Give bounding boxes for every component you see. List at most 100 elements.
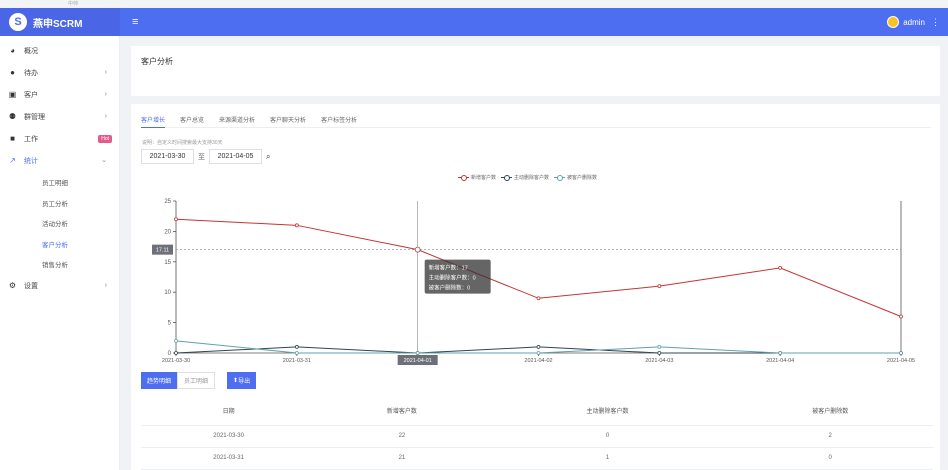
sidebar-item-label: 待办 [24, 70, 38, 77]
todo-icon: ● [10, 68, 15, 77]
sidebar-subitem-customer-analysis[interactable]: 客户分析 [0, 234, 119, 255]
y-tick-label: 10 [164, 290, 171, 296]
sidebar-item-overview[interactable]: ◕ 概况 [0, 40, 119, 62]
data-point [778, 351, 783, 355]
sidebar-subitem-staff-detail[interactable]: 员工明细 [0, 172, 119, 193]
y-tick-label: 25 [164, 199, 171, 205]
growth-table: 日期 新增客户数 主动删除客户数 被客户删除数 2021-03-30 22 0 … [141, 396, 933, 470]
hot-badge: Hot [98, 135, 112, 143]
sidebar-subitem-activity-analysis[interactable]: 活动分析 [0, 213, 119, 234]
data-point [174, 338, 178, 343]
x-tick-label: 2021-04-02 [524, 358, 552, 364]
chevron-right-icon: › [104, 91, 107, 98]
data-point [657, 284, 662, 289]
group-icon: ⚉ [8, 112, 17, 121]
data-point [174, 217, 178, 222]
table-cell: 2 [727, 425, 933, 448]
table-mode-buttons: 趋势明细 员工明细 ⬆ 导出 [141, 372, 257, 389]
gear-icon: ⚙ [8, 280, 17, 290]
table-header: 日期 [141, 396, 317, 426]
table-cell: 22 [316, 425, 488, 448]
content-card: 客户增长 客户总览 来源渠道分析 客户聊天分析 客户标签分析 说明：自定义时间搜… [131, 104, 940, 470]
data-point [536, 345, 541, 349]
table-header: 被客户删除数 [727, 396, 933, 426]
x-pointer-label: 2021-04-01 [404, 358, 432, 364]
table-cell: 21 [316, 447, 488, 470]
series-line [175, 218, 902, 317]
export-label: 导出 [238, 379, 251, 385]
work-grid-icon: ■ [10, 134, 15, 143]
tooltip-line: 主动删除客户数：0 [429, 274, 476, 282]
user-menu[interactable]: admin ⋮ [887, 16, 948, 28]
chevron-right-icon: › [104, 69, 107, 76]
export-button[interactable]: ⬆ 导出 [227, 372, 257, 389]
y-tick-label: 20 [164, 229, 171, 235]
table-row: 2021-03-30 22 0 2 [141, 425, 933, 448]
table-cell: 1 [487, 447, 728, 470]
chevron-right-icon: › [104, 113, 107, 120]
table-cell: 0 [727, 447, 933, 470]
data-point [415, 351, 420, 355]
y-pointer-label: 17.11 [156, 248, 169, 254]
data-point [778, 265, 783, 270]
sidebar-item-todo[interactable]: ● 待办 › [0, 62, 119, 84]
chevron-right-icon: › [104, 281, 107, 289]
data-point [899, 351, 903, 355]
data-point [657, 351, 662, 355]
table-cell: 2021-03-30 [141, 425, 317, 448]
data-point [899, 314, 903, 319]
customer-growth-chart[interactable]: 0 5 10 15 20 25 2021-03-30 2021-03-31 2021-04-02… [131, 104, 940, 374]
data-point [657, 345, 662, 349]
chevron-down-icon: ⌄ [101, 157, 107, 164]
avatar[interactable] [887, 16, 900, 28]
data-point [536, 351, 541, 355]
dashboard-icon: ◕ [10, 46, 15, 55]
app-root: 中帅 S 燕申SCRM ≡ admin ⋮ ◕ 概况 ● 待办 › ▣ 客户 › [0, 0, 948, 470]
table-cell: 0 [487, 425, 728, 448]
brand[interactable]: S 燕申SCRM [0, 8, 120, 36]
page-header: 客户分析 [131, 46, 940, 96]
sidebar-item-customer[interactable]: ▣ 客户 › [0, 84, 119, 106]
sidebar-item-settings[interactable]: ⚙ 设置 › [0, 275, 119, 297]
top-strip-text: 中帅 [68, 1, 79, 7]
brand-name: 燕申SCRM [33, 18, 83, 30]
sidebar-item-stats[interactable]: ↗ 统计 ⌄ [0, 150, 119, 172]
table-row: 2021-03-31 21 1 0 [141, 447, 933, 470]
sidebar-item-label: 概况 [24, 48, 38, 55]
table-header-row: 日期 新增客户数 主动删除客户数 被客户删除数 [141, 396, 933, 426]
table-header: 新增客户数 [316, 396, 488, 426]
sidebar-subitem-staff-analysis[interactable]: 员工分析 [0, 193, 119, 214]
staff-detail-button[interactable]: 员工明细 [177, 372, 216, 389]
sidebar: ◕ 概况 ● 待办 › ▣ 客户 › ⚉ 群管理 › ■ 工作 Hot ↗ 统计… [0, 36, 120, 470]
sidebar-item-work[interactable]: ■ 工作 Hot [0, 128, 119, 150]
menu-toggle-icon[interactable]: ≡ [132, 16, 138, 28]
sidebar-item-group[interactable]: ⚉ 群管理 › [0, 106, 119, 128]
sidebar-item-label: 统计 [24, 158, 38, 165]
table-cell: 2021-03-31 [141, 447, 317, 470]
tooltip-line: 新增客户数：17 [429, 264, 468, 272]
top-strip: 中帅 [0, 0, 948, 8]
more-icon[interactable]: ⋮ [931, 17, 940, 28]
x-tick-label: 2021-03-31 [283, 358, 311, 364]
chart-icon: ↗ [9, 156, 16, 165]
x-tick-label: 2021-04-03 [645, 358, 673, 364]
data-point [174, 351, 178, 355]
sidebar-item-label: 群管理 [24, 114, 45, 121]
table-header: 主动删除客户数 [487, 396, 728, 426]
x-tick-label: 2021-04-04 [766, 358, 794, 364]
tooltip-line: 被客户删除数：0 [429, 284, 471, 292]
logo-icon: S [9, 13, 27, 31]
user-name[interactable]: admin [903, 18, 925, 27]
data-point [294, 223, 299, 228]
data-point [536, 296, 541, 301]
data-point [294, 351, 299, 355]
page-title: 客户分析 [141, 57, 173, 66]
y-tick-label: 0 [168, 351, 172, 357]
data-point [414, 246, 421, 253]
data-point [294, 345, 299, 349]
sidebar-subitem-sales-analysis[interactable]: 销售分析 [0, 254, 119, 275]
top-bar: S 燕申SCRM ≡ admin ⋮ [0, 8, 948, 36]
trend-detail-button[interactable]: 趋势明细 [141, 372, 178, 389]
y-tick-label: 15 [164, 260, 171, 266]
x-tick-label: 2021-03-30 [162, 358, 190, 364]
